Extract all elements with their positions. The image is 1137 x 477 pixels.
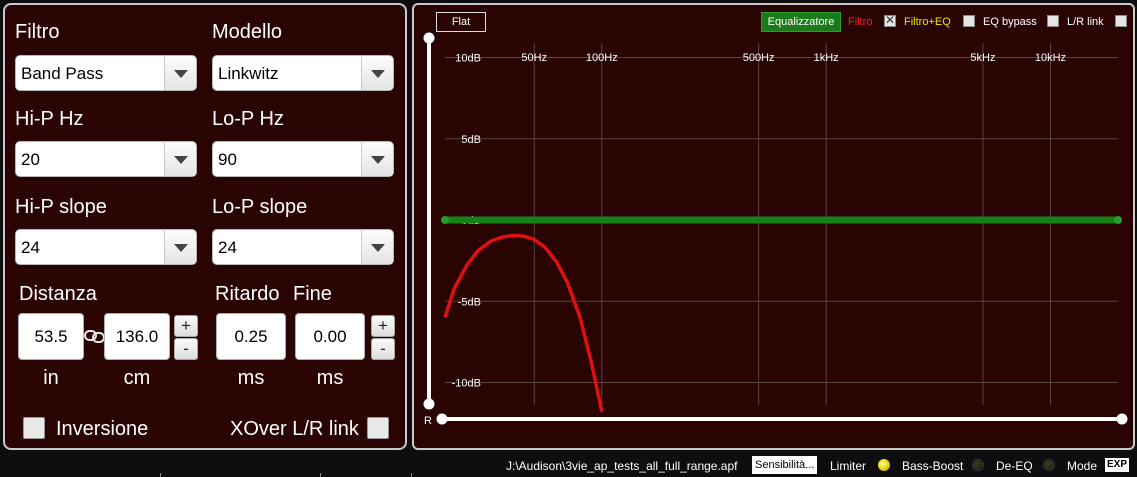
de-eq-led-icon[interactable] bbox=[1043, 459, 1055, 471]
lop-slope-label: Lo-P slope bbox=[212, 196, 308, 218]
fine-plus-button[interactable]: + bbox=[371, 315, 395, 337]
lop-hz-select-value: 90 bbox=[218, 150, 237, 169]
unit-in: in bbox=[43, 367, 59, 389]
vertical-slider-end[interactable] bbox=[423, 398, 435, 410]
status-bar: J:\Audison\3vie_ap_tests_all_full_range.… bbox=[0, 453, 1137, 477]
fine-field[interactable]: 0.00 bbox=[295, 313, 365, 360]
link-icon[interactable] bbox=[84, 328, 106, 344]
x-tick-label: 1kHz bbox=[814, 52, 839, 64]
exp-badge[interactable]: EXP bbox=[1105, 458, 1129, 472]
chevron-down-icon[interactable] bbox=[361, 56, 393, 90]
ritardo-field[interactable]: 0.25 bbox=[216, 313, 286, 360]
x-tick-label: 100Hz bbox=[586, 52, 618, 64]
hip-slope-select-value: 24 bbox=[21, 238, 40, 257]
file-path: J:\Audison\3vie_ap_tests_all_full_range.… bbox=[506, 459, 738, 473]
horizontal-slider-handle-right[interactable] bbox=[1116, 413, 1128, 425]
scroll-tick bbox=[320, 473, 321, 477]
fine-minus-button[interactable]: - bbox=[371, 338, 395, 360]
bass-boost-led-icon[interactable] bbox=[972, 459, 984, 471]
eq-line-end-point bbox=[1114, 216, 1122, 224]
scroll-tick bbox=[160, 473, 161, 477]
mode-label: Mode bbox=[1067, 459, 1098, 473]
modello-select-value: Linkwitz bbox=[218, 64, 279, 83]
sensibilita-button[interactable]: Sensibilità... bbox=[752, 456, 818, 474]
horizontal-slider-handle-left[interactable] bbox=[436, 413, 448, 425]
response-graph-panel: Flat Equalizzatore Filtro Filtro+EQ EQ b… bbox=[412, 3, 1135, 450]
x-tick-label: 500Hz bbox=[743, 52, 775, 64]
lop-hz-label: Lo-P Hz bbox=[212, 108, 284, 130]
chevron-down-icon[interactable] bbox=[164, 56, 196, 90]
distanza-in-field[interactable]: 53.5 bbox=[18, 313, 84, 360]
distanza-cm-field[interactable]: 136.0 bbox=[104, 313, 170, 360]
hip-hz-label: Hi-P Hz bbox=[15, 108, 84, 130]
modello-select[interactable]: Linkwitz bbox=[212, 55, 394, 91]
x-tick-label: 10kHz bbox=[1035, 52, 1066, 64]
lop-slope-select[interactable]: 24 bbox=[212, 229, 394, 265]
bass-boost-label: Bass-Boost bbox=[902, 459, 964, 473]
inversione-checkbox[interactable] bbox=[23, 417, 45, 439]
filtro-label: Filtro bbox=[15, 21, 60, 43]
inversione-label: Inversione bbox=[56, 418, 149, 440]
y-tick-label: -5dB bbox=[458, 296, 481, 308]
modello-label: Modello bbox=[212, 21, 283, 43]
lop-hz-select[interactable]: 90 bbox=[212, 141, 394, 177]
lop-slope-select-value: 24 bbox=[218, 238, 237, 257]
vertical-slider-handle[interactable] bbox=[423, 32, 435, 44]
y-tick-label: -10dB bbox=[452, 378, 481, 390]
filtro-select[interactable]: Band Pass bbox=[15, 55, 197, 91]
scroll-tick bbox=[411, 473, 412, 477]
xover-link-checkbox[interactable] bbox=[367, 417, 389, 439]
hip-hz-select-value: 20 bbox=[21, 150, 40, 169]
ritardo-label: Ritardo bbox=[215, 283, 280, 305]
y-tick-label: 5dB bbox=[461, 134, 481, 146]
x-tick-label: 50Hz bbox=[521, 52, 547, 64]
unit-ms-fine: ms bbox=[316, 367, 344, 389]
distanza-plus-button[interactable]: + bbox=[174, 315, 198, 337]
chevron-down-icon[interactable] bbox=[361, 142, 393, 176]
chevron-down-icon[interactable] bbox=[361, 230, 393, 264]
y-tick-label: 10dB bbox=[455, 53, 481, 65]
frequency-response-chart[interactable]: 50Hz100Hz500Hz1kHz5kHz10kHz 10dB5dB0dB-5… bbox=[414, 5, 1133, 448]
crossover-panel: Filtro Band Pass Modello Linkwitz Hi-P H… bbox=[3, 3, 407, 450]
unit-ms-ritardo: ms bbox=[237, 367, 265, 389]
hip-hz-select[interactable]: 20 bbox=[15, 141, 197, 177]
eq-line-start-point bbox=[441, 216, 449, 224]
de-eq-label: De-EQ bbox=[996, 459, 1033, 473]
r-channel-label: R bbox=[424, 415, 432, 427]
hip-slope-label: Hi-P slope bbox=[15, 196, 107, 218]
limiter-led-icon[interactable] bbox=[878, 459, 890, 471]
fine-label: Fine bbox=[293, 283, 332, 305]
distanza-label: Distanza bbox=[19, 283, 97, 305]
limiter-label: Limiter bbox=[830, 459, 867, 473]
distanza-minus-button[interactable]: - bbox=[174, 338, 198, 360]
xover-link-label: XOver L/R link bbox=[230, 418, 359, 440]
chevron-down-icon[interactable] bbox=[164, 230, 196, 264]
chevron-down-icon[interactable] bbox=[164, 142, 196, 176]
hip-slope-select[interactable]: 24 bbox=[15, 229, 197, 265]
x-tick-label: 5kHz bbox=[970, 52, 995, 64]
filtro-select-value: Band Pass bbox=[21, 64, 104, 83]
unit-cm: cm bbox=[123, 367, 151, 389]
